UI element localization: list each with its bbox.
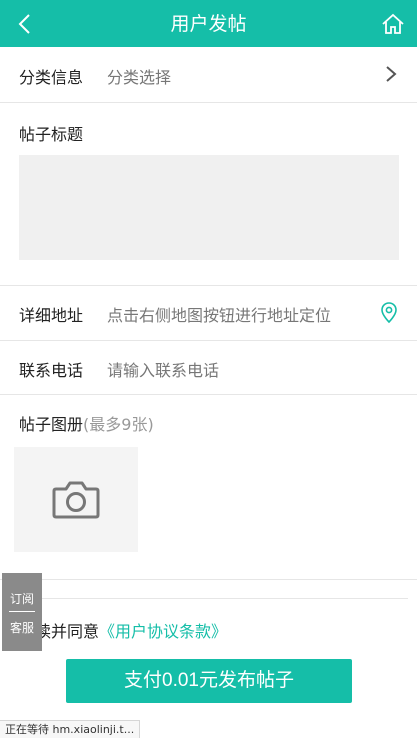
address-label: 详细地址 <box>19 306 84 325</box>
gallery-section: 帖子图册(最多9张) <box>0 395 417 580</box>
gallery-hint: (最多9张) <box>83 415 154 434</box>
address-row: 详细地址 点击右侧地图按钮进行地址定位 <box>0 286 417 341</box>
loading-status-bar: 正在等待 hm.xiaolinji.t... <box>0 720 141 738</box>
agreement-link[interactable]: 《用户协议条款》 <box>99 622 227 641</box>
address-input[interactable]: 点击右侧地图按钮进行地址定位 <box>107 302 331 326</box>
post-title-label: 帖子标题 <box>19 125 84 144</box>
post-title-row: 帖子标题 <box>0 103 417 286</box>
category-row[interactable]: 分类信息 分类选择 <box>0 47 417 103</box>
floating-side-menu: 订阅 客服 <box>2 573 42 651</box>
divider <box>14 598 408 599</box>
top-navigation-bar: 用户发帖 <box>0 0 417 47</box>
subscribe-button[interactable]: 订阅 <box>2 590 42 607</box>
agreement: 阅读并同意《用户协议条款》 <box>19 618 227 642</box>
category-select[interactable]: 分类选择 <box>107 64 171 88</box>
camera-icon <box>52 481 100 519</box>
phone-label: 联系电话 <box>19 361 84 380</box>
chevron-right-icon <box>386 66 397 82</box>
phone-row: 联系电话 请输入联系电话 <box>0 341 417 395</box>
home-icon[interactable] <box>381 13 405 35</box>
submit-button[interactable]: 支付0.01元发布帖子 <box>66 659 352 703</box>
customer-service-button[interactable]: 客服 <box>2 619 42 636</box>
phone-input[interactable]: 请输入联系电话 <box>107 357 219 381</box>
post-title-input[interactable] <box>19 155 399 260</box>
page-title: 用户发帖 <box>170 13 247 35</box>
side-divider <box>9 611 35 612</box>
map-pin-icon[interactable] <box>381 302 397 324</box>
category-label: 分类信息 <box>19 68 84 87</box>
gallery-label: 帖子图册(最多9张) <box>19 415 154 434</box>
image-upload-button[interactable] <box>14 447 138 552</box>
